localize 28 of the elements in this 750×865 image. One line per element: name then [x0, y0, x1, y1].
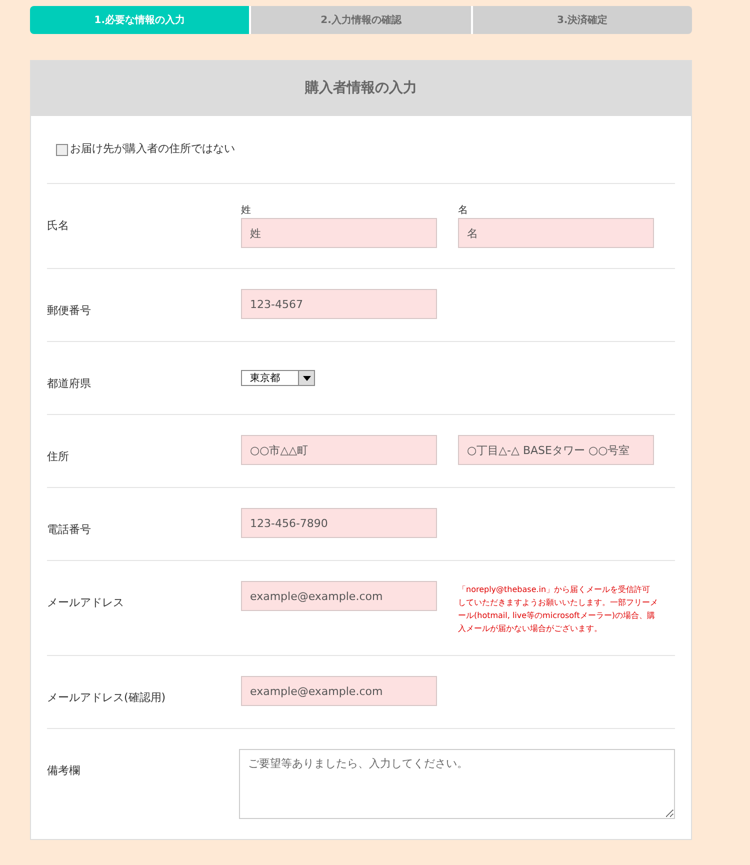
- field-label: 電話番号: [47, 523, 91, 536]
- input-field[interactable]: 123-456-7890: [241, 508, 437, 538]
- progress-step: 1.必要な情報の入力: [30, 6, 250, 34]
- input-field[interactable]: 姓: [241, 218, 437, 248]
- input-field[interactable]: 123-4567: [241, 289, 437, 319]
- field-label: メールアドレス: [47, 596, 124, 609]
- field-caption: 名: [458, 204, 468, 218]
- progress-step: 2.入力情報の確認: [249, 6, 471, 34]
- input-field[interactable]: example@example.com: [241, 581, 437, 611]
- notice-text: 「noreply@thebase.in」から届くメールを受信許可していただきますようお願いいたします。一部フリーメール(hotmail, live等のmicrosoftメーラー)の場合、購入メールが届かない場合がございます。: [458, 584, 658, 635]
- field-label: メールアドレス(確認用): [47, 691, 166, 704]
- dropdown-arrow-icon: [302, 376, 310, 380]
- input-field[interactable]: 名: [458, 218, 654, 248]
- card-title: 購入者情報の入力: [305, 79, 417, 98]
- prefecture-select[interactable]: 東京都: [241, 370, 315, 386]
- field-label: 郵便番号: [47, 304, 91, 317]
- field-label: 備考欄: [47, 764, 80, 777]
- input-field[interactable]: example@example.com: [241, 676, 437, 706]
- checkbox[interactable]: [56, 144, 68, 156]
- checkbox-label: お届け先が購入者の住所ではない: [70, 141, 235, 158]
- remarks-textarea[interactable]: ご要望等ありましたら、入力してください。: [239, 749, 675, 819]
- field-label: 都道府県: [47, 377, 91, 390]
- field-label: 氏名: [47, 219, 69, 232]
- input-field[interactable]: ○丁目△-△ BASEタワー ○○号室: [458, 435, 654, 465]
- progress-step: 3.決済確定: [470, 6, 692, 34]
- field-caption: 姓: [241, 204, 251, 218]
- field-label: 住所: [47, 450, 69, 463]
- input-field[interactable]: ○○市△△町: [241, 435, 437, 465]
